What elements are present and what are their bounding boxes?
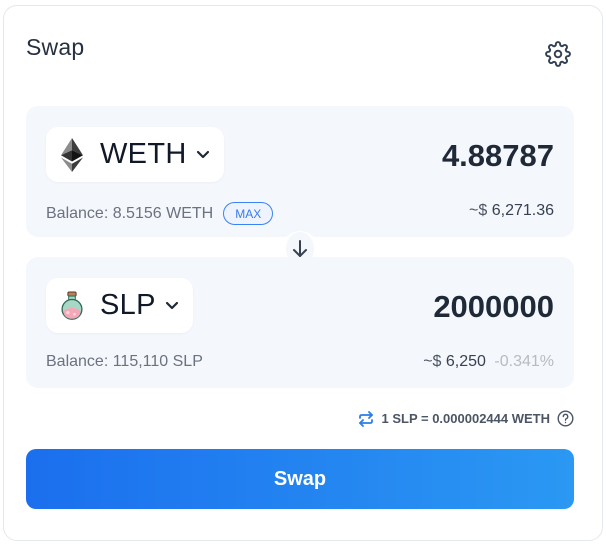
gear-icon (545, 41, 571, 67)
exchange-rate-text: 1 SLP = 0.000002444 WETH (381, 411, 551, 426)
exchange-rate: 1 SLP = 0.000002444 WETH (357, 410, 575, 427)
from-token-panel: WETH Balance: 8.5156 WETH MAX ~$ 6,271.3… (26, 106, 574, 237)
to-token-selector[interactable]: SLP (46, 278, 193, 333)
page-title: Swap (26, 34, 85, 60)
from-usd-prefix: ~$ (469, 202, 488, 219)
to-usd-amount: 6,250 (445, 353, 486, 370)
ethereum-icon (58, 137, 86, 172)
settings-button[interactable] (544, 40, 572, 68)
from-token-symbol: WETH (100, 138, 187, 170)
to-token-panel: SLP Balance: 115,110 SLP ~$ 6,250 -0.341… (26, 257, 574, 388)
price-impact: -0.341% (494, 353, 554, 370)
help-icon[interactable] (557, 410, 574, 427)
swap-arrows-icon[interactable] (357, 410, 375, 427)
chevron-down-icon (165, 301, 179, 310)
swap-button[interactable]: Swap (26, 449, 574, 509)
to-token-symbol: SLP (100, 289, 156, 321)
to-balance: Balance: 115,110 SLP (46, 353, 203, 371)
slp-potion-icon (58, 289, 86, 323)
to-usd-value: ~$ 6,250 -0.341% (423, 353, 554, 371)
from-balance: Balance: 8.5156 WETH MAX (46, 202, 274, 225)
to-amount-input[interactable] (294, 289, 554, 325)
to-usd-prefix: ~$ (423, 353, 442, 370)
max-button[interactable]: MAX (223, 202, 274, 225)
from-amount-input[interactable] (294, 138, 554, 174)
from-usd-amount: 6,271.36 (491, 202, 554, 219)
chevron-down-icon (196, 150, 210, 159)
from-balance-text: Balance: 8.5156 WETH (46, 204, 214, 222)
arrow-down-icon (293, 240, 307, 257)
to-balance-text: Balance: 115,110 SLP (46, 353, 203, 370)
from-usd-value: ~$ 6,271.36 (469, 202, 554, 220)
from-token-selector[interactable]: WETH (46, 127, 224, 182)
